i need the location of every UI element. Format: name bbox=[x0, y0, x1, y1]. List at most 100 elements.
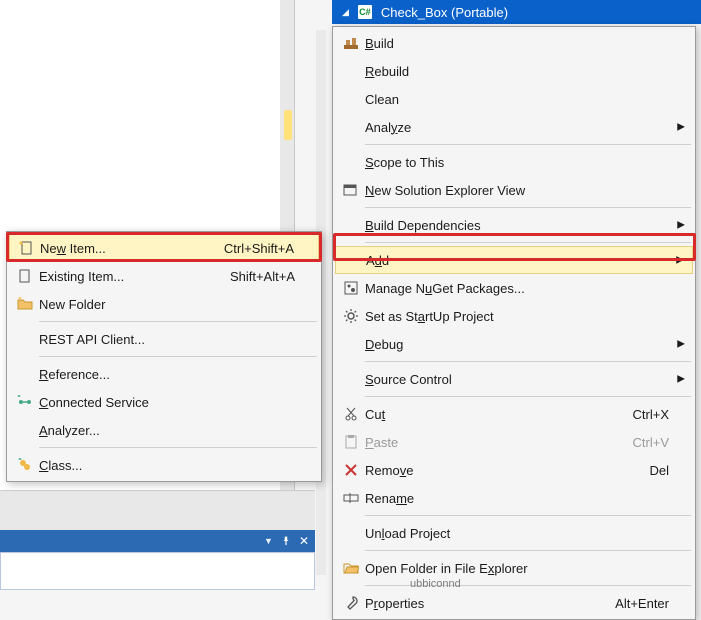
menu-analyzer[interactable]: Analyzer... bbox=[9, 416, 319, 444]
paste-icon bbox=[337, 428, 365, 456]
tool-window-header[interactable]: ▼ ✕ bbox=[0, 530, 315, 552]
menu-label: REST API Client... bbox=[39, 332, 295, 347]
menu-label: Source Control bbox=[365, 372, 669, 387]
existing-item-icon bbox=[11, 262, 39, 290]
dropdown-icon[interactable]: ▼ bbox=[264, 536, 273, 546]
menu-clean[interactable]: Clean bbox=[335, 85, 693, 113]
menu-shortcut: Ctrl+X bbox=[613, 407, 669, 422]
new-folder-icon bbox=[11, 290, 39, 318]
menu-label: Add bbox=[366, 253, 668, 268]
menu-label: New Solution Explorer View bbox=[365, 183, 669, 198]
menu-label: Paste bbox=[365, 435, 613, 450]
menu-separator bbox=[365, 207, 691, 208]
pin-icon[interactable] bbox=[281, 534, 291, 549]
menu-separator bbox=[365, 144, 691, 145]
rename-icon bbox=[337, 484, 365, 512]
menu-label: Rebuild bbox=[365, 64, 669, 79]
menu-separator bbox=[365, 515, 691, 516]
menu-build-dependencies[interactable]: Build Dependencies ▶ bbox=[335, 211, 693, 239]
menu-separator bbox=[39, 356, 317, 357]
menu-cut[interactable]: Cut Ctrl+X bbox=[335, 400, 693, 428]
menu-rename[interactable]: Rename bbox=[335, 484, 693, 512]
submenu-arrow-icon: ▶ bbox=[677, 220, 685, 231]
menu-label: Scope to This bbox=[365, 155, 669, 170]
project-context-menu: Build Rebuild Clean Analyze ▶ Scope to T… bbox=[332, 26, 696, 620]
menu-label: Clean bbox=[365, 92, 669, 107]
obscured-tree-text: ubbiconnd bbox=[410, 578, 461, 590]
submenu-arrow-icon: ▶ bbox=[676, 255, 684, 266]
menu-open-folder[interactable]: Open Folder in File Explorer bbox=[335, 554, 693, 582]
editor-footer bbox=[0, 490, 315, 530]
nuget-icon bbox=[337, 274, 365, 302]
menu-connected-service[interactable]: Connected Service bbox=[9, 388, 319, 416]
menu-shortcut: Ctrl+Shift+A bbox=[204, 241, 294, 256]
menu-label: New Folder bbox=[39, 297, 295, 312]
menu-analyze[interactable]: Analyze ▶ bbox=[335, 113, 693, 141]
highlight-marker bbox=[284, 110, 292, 140]
tool-window-body bbox=[0, 552, 315, 590]
menu-rebuild[interactable]: Rebuild bbox=[335, 57, 693, 85]
new-item-icon bbox=[12, 234, 40, 262]
menu-build[interactable]: Build bbox=[335, 29, 693, 57]
menu-label: Analyze bbox=[365, 120, 669, 135]
menu-existing-item[interactable]: Existing Item... Shift+Alt+A bbox=[9, 262, 319, 290]
menu-startup-project[interactable]: Set as StartUp Project bbox=[335, 302, 693, 330]
menu-add[interactable]: Add ▶ bbox=[335, 246, 693, 274]
menu-separator bbox=[365, 242, 691, 243]
project-node-selected[interactable]: ◢ C# Check_Box (Portable) bbox=[332, 0, 701, 24]
project-name: Check_Box (Portable) bbox=[381, 5, 508, 20]
menu-label: Open Folder in File Explorer bbox=[365, 561, 669, 576]
menu-label: Analyzer... bbox=[39, 423, 295, 438]
menu-label: Cut bbox=[365, 407, 613, 422]
csharp-project-icon: C# bbox=[357, 4, 373, 20]
add-submenu: New Item... Ctrl+Shift+A Existing Item..… bbox=[6, 231, 322, 482]
menu-shortcut: Ctrl+V bbox=[613, 435, 669, 450]
menu-label: Unload Project bbox=[365, 526, 669, 541]
menu-separator bbox=[39, 321, 317, 322]
menu-class[interactable]: Class... bbox=[9, 451, 319, 479]
menu-label: Build Dependencies bbox=[365, 218, 669, 233]
menu-manage-nuget[interactable]: Manage NuGet Packages... bbox=[335, 274, 693, 302]
menu-debug[interactable]: Debug ▶ bbox=[335, 330, 693, 358]
menu-remove[interactable]: Remove Del bbox=[335, 456, 693, 484]
menu-separator bbox=[39, 447, 317, 448]
menu-paste: Paste Ctrl+V bbox=[335, 428, 693, 456]
wrench-icon bbox=[337, 589, 365, 617]
open-folder-icon bbox=[337, 554, 365, 582]
menu-separator bbox=[365, 361, 691, 362]
menu-label: Build bbox=[365, 36, 669, 51]
menu-rest-api-client[interactable]: REST API Client... bbox=[9, 325, 319, 353]
remove-icon bbox=[337, 456, 365, 484]
new-window-icon bbox=[337, 176, 365, 204]
menu-scope-to-this[interactable]: Scope to This bbox=[335, 148, 693, 176]
menu-label: Rename bbox=[365, 491, 669, 506]
menu-label: New Item... bbox=[40, 241, 204, 256]
submenu-arrow-icon: ▶ bbox=[677, 122, 685, 133]
submenu-arrow-icon: ▶ bbox=[677, 374, 685, 385]
menu-new-item[interactable]: New Item... Ctrl+Shift+A bbox=[9, 234, 319, 262]
menu-shortcut: Shift+Alt+A bbox=[210, 269, 295, 284]
menu-label: Reference... bbox=[39, 367, 295, 382]
menu-unload-project[interactable]: Unload Project bbox=[335, 519, 693, 547]
menu-label: Debug bbox=[365, 337, 669, 352]
menu-properties[interactable]: Properties Alt+Enter bbox=[335, 589, 693, 617]
menu-label: Manage NuGet Packages... bbox=[365, 281, 669, 296]
menu-label: Class... bbox=[39, 458, 295, 473]
menu-separator bbox=[365, 396, 691, 397]
menu-new-solution-view[interactable]: New Solution Explorer View bbox=[335, 176, 693, 204]
submenu-arrow-icon: ▶ bbox=[677, 339, 685, 350]
menu-label: Set as StartUp Project bbox=[365, 309, 669, 324]
close-icon[interactable]: ✕ bbox=[299, 534, 309, 548]
class-icon bbox=[11, 451, 39, 479]
menu-label: Existing Item... bbox=[39, 269, 210, 284]
menu-reference[interactable]: Reference... bbox=[9, 360, 319, 388]
cut-icon bbox=[337, 400, 365, 428]
expander-icon[interactable]: ◢ bbox=[342, 7, 349, 18]
menu-shortcut: Alt+Enter bbox=[595, 596, 669, 611]
menu-shortcut: Del bbox=[629, 463, 669, 478]
menu-source-control[interactable]: Source Control ▶ bbox=[335, 365, 693, 393]
connected-service-icon bbox=[11, 388, 39, 416]
menu-label: Properties bbox=[365, 596, 595, 611]
gear-icon bbox=[337, 302, 365, 330]
menu-new-folder[interactable]: New Folder bbox=[9, 290, 319, 318]
